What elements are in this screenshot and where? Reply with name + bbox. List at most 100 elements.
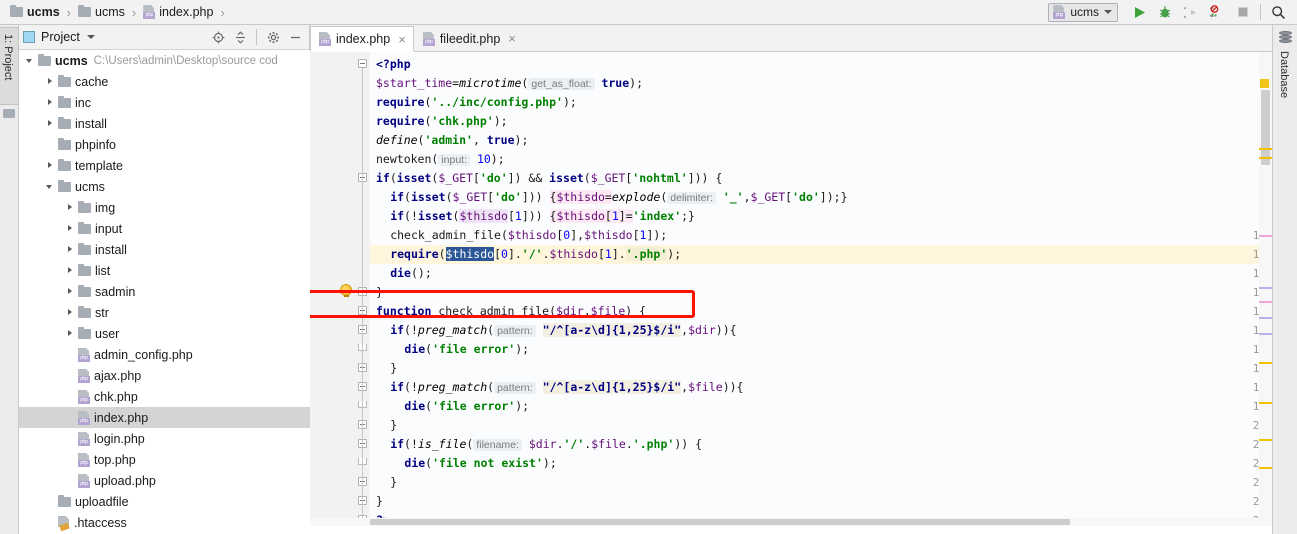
- tree-node-cache[interactable]: cache: [19, 71, 310, 92]
- tree-node-user[interactable]: user: [19, 323, 310, 344]
- code-line-14[interactable]: function check_admin_file($dir,$file) {: [370, 302, 646, 321]
- code-line-5[interactable]: define('admin', true);: [370, 131, 528, 150]
- code-line-18[interactable]: if(!preg_match(pattern: "/^[a-z\d]{1,25}…: [370, 378, 743, 397]
- code-line-11[interactable]: require($thisdo[0].'/'.$thisdo[1].'.php'…: [370, 245, 681, 264]
- tree-node-chk-php[interactable]: php chk.php: [19, 386, 310, 407]
- code-line-10[interactable]: check_admin_file($thisdo[0],$thisdo[1]);: [370, 226, 667, 245]
- code-line-9[interactable]: if(!isset($thisdo[1])) {$thisdo[1]='inde…: [370, 207, 695, 226]
- tree-node-upload-php[interactable]: php upload.php: [19, 470, 310, 491]
- code-line-1[interactable]: <?php: [370, 55, 411, 74]
- select-opened-file-button[interactable]: [208, 27, 228, 47]
- code-line-7[interactable]: if(isset($_GET['do']) && isset($_GET['no…: [370, 169, 722, 188]
- chevron-right-icon[interactable]: [45, 76, 56, 87]
- chevron-right-icon[interactable]: [65, 265, 76, 276]
- code-line-13[interactable]: }: [370, 283, 383, 302]
- run-button[interactable]: [1126, 1, 1152, 23]
- breadcrumb-label: index.php: [159, 5, 214, 19]
- horizontal-scrollbar-thumb[interactable]: [370, 519, 1070, 525]
- php-file-icon: php: [78, 431, 90, 446]
- folder-icon: [58, 95, 71, 108]
- tree-node-str[interactable]: str: [19, 302, 310, 323]
- code-line-23[interactable]: }: [370, 473, 397, 492]
- folder-icon: [58, 179, 71, 192]
- code-line-16[interactable]: die('file error');: [370, 340, 529, 359]
- ide-window: ucms › ucms › php index.php › php ucms 1…: [0, 0, 1297, 534]
- stop-profiling-button[interactable]: [1204, 1, 1230, 23]
- tree-node-list[interactable]: list: [19, 260, 310, 281]
- code-content[interactable]: <?php $start_time=microtime(get_as_float:…: [370, 52, 1272, 526]
- scrollbar-warning-marker[interactable]: [1260, 79, 1269, 88]
- stop-button[interactable]: [1230, 1, 1256, 23]
- debug-button[interactable]: [1152, 1, 1178, 23]
- chevron-right-icon[interactable]: [65, 307, 76, 318]
- code-line-6[interactable]: newtoken(input: 10);: [370, 150, 505, 169]
- code-line-3[interactable]: require('../inc/config.php');: [370, 93, 577, 112]
- close-icon[interactable]: ×: [508, 31, 516, 46]
- code-line-8[interactable]: if(isset($_GET['do'])) {$thisdo=explode(…: [370, 188, 848, 207]
- chevron-down-icon[interactable]: [25, 55, 36, 66]
- tree-node-template[interactable]: template: [19, 155, 310, 176]
- code-editor[interactable]: <?php $start_time=microtime(get_as_float:…: [310, 52, 1272, 526]
- editor-tab-fileedit-php[interactable]: php fileedit.php ×: [414, 25, 524, 51]
- tree-node-ucms[interactable]: ucms C:\Users\admin\Desktop\source cod: [19, 50, 310, 71]
- tree-node-img[interactable]: img: [19, 197, 310, 218]
- chevron-right-icon[interactable]: [65, 244, 76, 255]
- collapse-all-button[interactable]: [230, 27, 250, 47]
- fold-toggle-icon[interactable]: [358, 59, 367, 68]
- chevron-down-icon[interactable]: [86, 35, 95, 39]
- tree-node-phpinfo[interactable]: phpinfo: [19, 134, 310, 155]
- intention-bulb-icon[interactable]: [340, 284, 352, 297]
- scrollbar-thumb[interactable]: [1261, 90, 1270, 165]
- breadcrumb-item-file[interactable]: php index.php: [141, 5, 215, 19]
- tree-node-install[interactable]: install: [19, 113, 310, 134]
- chevron-right-icon[interactable]: [45, 118, 56, 129]
- code-line-21[interactable]: if(!is_file(filename: $dir.'/'.$file.'.p…: [370, 435, 702, 454]
- code-line-20[interactable]: }: [370, 416, 397, 435]
- code-line-12[interactable]: die();: [370, 264, 432, 283]
- run-configuration-selector[interactable]: php ucms: [1048, 2, 1118, 22]
- tree-node-admin-config-php[interactable]: php admin_config.php: [19, 344, 310, 365]
- editor-scrollbar[interactable]: [1259, 52, 1272, 526]
- tree-node-install[interactable]: install: [19, 239, 310, 260]
- chevron-right-icon[interactable]: [45, 160, 56, 171]
- tree-node-label: admin_config.php: [94, 347, 193, 362]
- code-line-15[interactable]: if(!preg_match(pattern: "/^[a-z\d]{1,25}…: [370, 321, 737, 340]
- tree-node-uploadfile[interactable]: uploadfile: [19, 491, 310, 512]
- chevron-right-icon[interactable]: [65, 286, 76, 297]
- tree-node-top-php[interactable]: php top.php: [19, 449, 310, 470]
- chevron-right-icon[interactable]: [65, 328, 76, 339]
- code-line-24[interactable]: }: [370, 492, 383, 511]
- tree-node-index-php[interactable]: php index.php: [19, 407, 310, 428]
- breadcrumb-item-folder[interactable]: ucms: [76, 5, 127, 19]
- tree-node-ajax-php[interactable]: php ajax.php: [19, 365, 310, 386]
- close-icon[interactable]: ×: [398, 32, 406, 47]
- breadcrumb-item-project[interactable]: ucms: [8, 5, 62, 19]
- chevron-right-icon[interactable]: [65, 223, 76, 234]
- chevron-down-icon[interactable]: [45, 181, 56, 192]
- chevron-right-icon[interactable]: [45, 97, 56, 108]
- search-icon[interactable]: [1265, 1, 1291, 23]
- run-with-coverage-button[interactable]: [1178, 1, 1204, 23]
- tree-node-inc[interactable]: inc: [19, 92, 310, 113]
- chevron-right-icon[interactable]: [65, 202, 76, 213]
- minimize-icon[interactable]: [285, 27, 305, 47]
- code-line-4[interactable]: require('chk.php');: [370, 112, 508, 131]
- horizontal-scrollbar[interactable]: [310, 518, 1272, 526]
- project-file-tree[interactable]: ucms C:\Users\admin\Desktop\source cod cac…: [19, 50, 310, 534]
- tree-node-input[interactable]: input: [19, 218, 310, 239]
- gear-icon[interactable]: [263, 27, 283, 47]
- sidebar-item-project-tab[interactable]: 1: Project: [0, 27, 19, 105]
- folder-icon: [58, 158, 71, 171]
- tree-node-login-php[interactable]: php login.php: [19, 428, 310, 449]
- editor-tab-label: fileedit.php: [439, 31, 501, 46]
- code-line-19[interactable]: die('file error');: [370, 397, 529, 416]
- code-line-22[interactable]: die('file not exist');: [370, 454, 556, 473]
- tree-node-sadmin[interactable]: sadmin: [19, 281, 310, 302]
- tree-node--htaccess[interactable]: .htaccess: [19, 512, 310, 533]
- code-line-2[interactable]: $start_time=microtime(get_as_float: true…: [370, 74, 643, 93]
- tree-node-ucms[interactable]: ucms: [19, 176, 310, 197]
- editor-tab-index-php[interactable]: php index.php ×: [310, 26, 414, 52]
- code-line-17[interactable]: }: [370, 359, 397, 378]
- folder-icon: [78, 284, 91, 297]
